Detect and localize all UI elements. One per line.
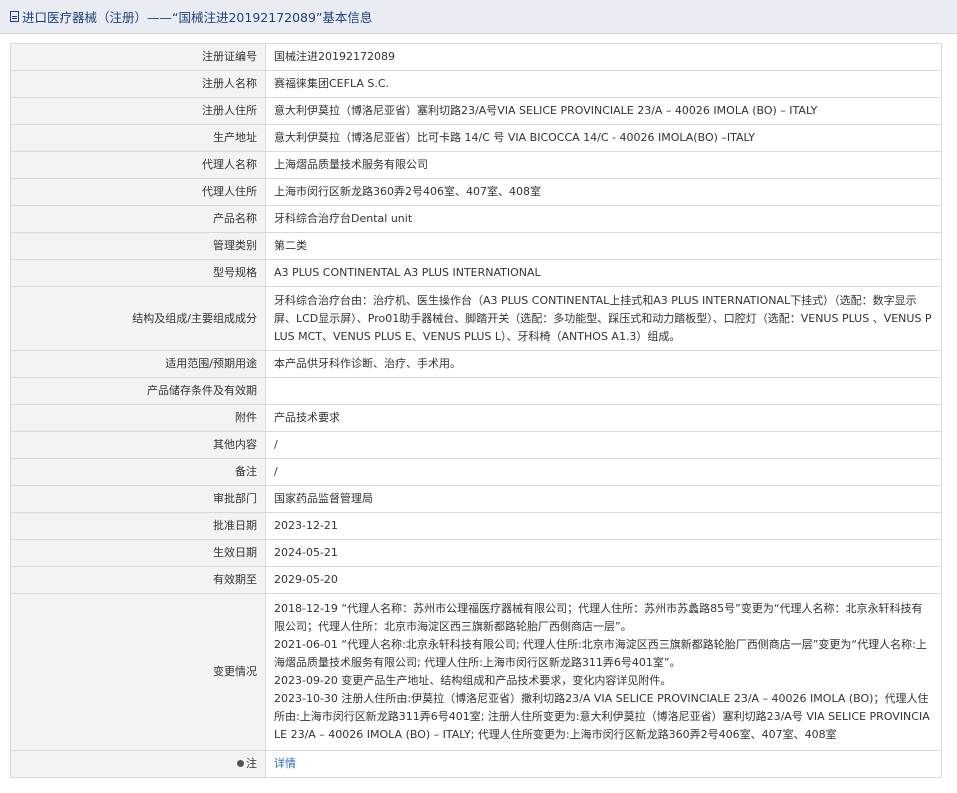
field-value: / xyxy=(265,431,942,459)
change-entry: 2023-10-30 注册人住所由:伊莫拉（博洛尼亚省）撒利切路23/A VIA… xyxy=(274,692,930,741)
field-value: 上海市闵行区新龙路360弄2号406室、407室、408室 xyxy=(265,178,942,206)
field-key: 生效日期 xyxy=(10,539,266,567)
document-icon xyxy=(10,11,19,22)
table-row: 生效日期 2024-05-21 xyxy=(10,539,942,567)
table-row: 有效期至 2029-05-20 xyxy=(10,566,942,594)
field-key: 注册证编号 xyxy=(10,43,266,71)
field-key: 代理人住所 xyxy=(10,178,266,206)
table-row: 管理类别 第二类 xyxy=(10,232,942,260)
field-key: 附件 xyxy=(10,404,266,432)
details-link[interactable]: 详情 xyxy=(274,757,296,770)
note-icon xyxy=(237,759,244,767)
field-value: 2024-05-21 xyxy=(265,539,942,567)
table-row: 附件 产品技术要求 xyxy=(10,404,942,432)
field-value: 2029-05-20 xyxy=(265,566,942,594)
field-key: 产品储存条件及有效期 xyxy=(10,377,266,405)
table-row: 生产地址 意大利伊莫拉（博洛尼亚省）比可卡路 14/C 号 VIA BICOCCA… xyxy=(10,124,942,152)
table-row: 注 详情 xyxy=(10,750,942,778)
change-history: 2018-12-19 “代理人名称：苏州市公理福医疗器械有限公司；代理人住所：苏… xyxy=(265,593,942,751)
field-key: 备注 xyxy=(10,458,266,486)
field-key: 型号规格 xyxy=(10,259,266,287)
table-row: 代理人住所 上海市闵行区新龙路360弄2号406室、407室、408室 xyxy=(10,178,942,206)
field-key: 审批部门 xyxy=(10,485,266,513)
table-row: 注册人名称 赛福徕集团CEFLA S.C. xyxy=(10,70,942,98)
field-value: 意大利伊莫拉（博洛尼亚省）塞利切路23/A号VIA SELICE PROVINC… xyxy=(265,97,942,125)
table-row: 代理人名称 上海熠品质量技术服务有限公司 xyxy=(10,151,942,179)
field-key: 生产地址 xyxy=(10,124,266,152)
table-row: 审批部门 国家药品监督管理局 xyxy=(10,485,942,513)
table-row: 结构及组成/主要组成成分 牙科综合治疗台由：治疗机、医生操作台（A3 PLUS C… xyxy=(10,286,942,351)
table-row: 适用范围/预期用途 本产品供牙科作诊断、治疗、手术用。 xyxy=(10,350,942,378)
field-value: 牙科综合治疗台Dental unit xyxy=(265,205,942,233)
field-value: 牙科综合治疗台由：治疗机、医生操作台（A3 PLUS CONTINENTAL上挂… xyxy=(265,286,942,351)
change-entry: 2021-06-01 “代理人名称:北京永轩科技有限公司; 代理人住所:北京市海… xyxy=(274,638,927,669)
table-row: 产品储存条件及有效期 xyxy=(10,377,942,405)
field-value: / xyxy=(265,458,942,486)
field-key: 管理类别 xyxy=(10,232,266,260)
field-key: 变更情况 xyxy=(10,593,266,751)
page-title: 进口医疗器械（注册）——“国械注进20192172089”基本信息 xyxy=(22,10,373,25)
footnote-label: 注 xyxy=(246,757,257,770)
field-key: 产品名称 xyxy=(10,205,266,233)
field-value: 上海熠品质量技术服务有限公司 xyxy=(265,151,942,179)
field-value: 国家药品监督管理局 xyxy=(265,485,942,513)
info-table: 注册证编号 国械注进20192172089 注册人名称 赛福徕集团CEFLA S.C… xyxy=(10,43,942,778)
field-value: 产品技术要求 xyxy=(265,404,942,432)
field-key: 注册人住所 xyxy=(10,97,266,125)
field-value: 赛福徕集团CEFLA S.C. xyxy=(265,70,942,98)
field-key: 适用范围/预期用途 xyxy=(10,350,266,378)
table-row: 型号规格 A3 PLUS CONTINENTAL A3 PLUS INTERNAT… xyxy=(10,259,942,287)
field-key: 批准日期 xyxy=(10,512,266,540)
change-entry: 2018-12-19 “代理人名称：苏州市公理福医疗器械有限公司；代理人住所：苏… xyxy=(274,602,923,633)
change-entry: 2023-09-20 变更产品生产地址、结构组成和产品技术要求，变化内容详见附件… xyxy=(274,674,672,687)
field-value: 意大利伊莫拉（博洛尼亚省）比可卡路 14/C 号 VIA BICOCCA 14/… xyxy=(265,124,942,152)
table-row: 产品名称 牙科综合治疗台Dental unit xyxy=(10,205,942,233)
field-key: 注册人名称 xyxy=(10,70,266,98)
table-row: 注册人住所 意大利伊莫拉（博洛尼亚省）塞利切路23/A号VIA SELICE PR… xyxy=(10,97,942,125)
table-row: 其他内容 / xyxy=(10,431,942,459)
footnote-value: 详情 xyxy=(265,750,942,778)
field-value: 本产品供牙科作诊断、治疗、手术用。 xyxy=(265,350,942,378)
field-value xyxy=(265,377,942,405)
table-row: 注册证编号 国械注进20192172089 xyxy=(10,43,942,71)
footnote-key: 注 xyxy=(10,750,266,778)
page-title-bar: 进口医疗器械（注册）——“国械注进20192172089”基本信息 xyxy=(0,0,957,34)
field-key: 有效期至 xyxy=(10,566,266,594)
field-value: 第二类 xyxy=(265,232,942,260)
field-key: 结构及组成/主要组成成分 xyxy=(10,286,266,351)
field-value: A3 PLUS CONTINENTAL A3 PLUS INTERNATIONA… xyxy=(265,259,942,287)
table-row: 备注 / xyxy=(10,458,942,486)
table-row: 变更情况 2018-12-19 “代理人名称：苏州市公理福医疗器械有限公司；代理… xyxy=(10,593,942,751)
field-value: 国械注进20192172089 xyxy=(265,43,942,71)
field-key: 代理人名称 xyxy=(10,151,266,179)
field-key: 其他内容 xyxy=(10,431,266,459)
table-row: 批准日期 2023-12-21 xyxy=(10,512,942,540)
field-value: 2023-12-21 xyxy=(265,512,942,540)
